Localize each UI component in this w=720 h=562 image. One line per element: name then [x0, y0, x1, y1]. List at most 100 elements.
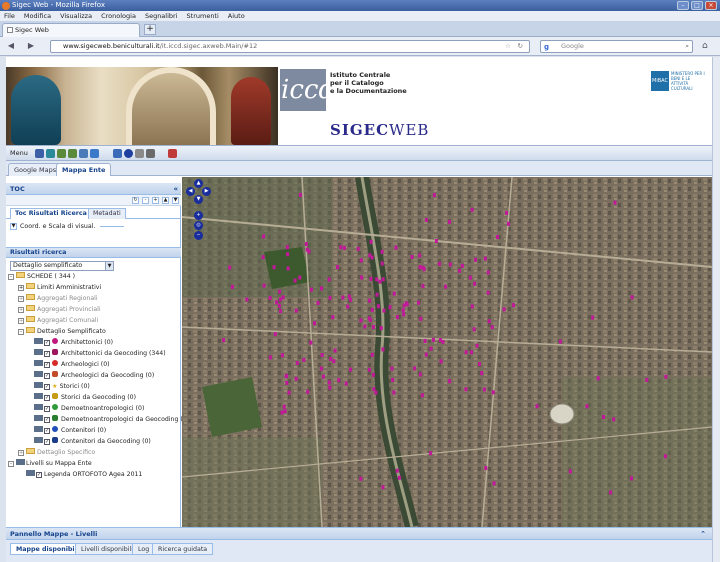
map-marker[interactable] [371, 372, 375, 377]
back-icon[interactable]: ◀ [6, 41, 16, 51]
map-marker[interactable] [444, 284, 448, 289]
layer-checkbox[interactable]: ✓ [44, 384, 50, 390]
map-marker[interactable] [429, 346, 433, 351]
map-marker[interactable] [375, 277, 379, 282]
map-marker[interactable] [316, 301, 320, 305]
map-marker[interactable] [401, 308, 405, 313]
layer-checkbox[interactable]: ✓ [44, 406, 50, 412]
map-marker[interactable] [228, 265, 232, 270]
map-marker[interactable] [262, 234, 266, 239]
map-marker[interactable] [464, 387, 468, 392]
map-marker[interactable] [395, 315, 399, 320]
map-marker[interactable] [490, 325, 494, 330]
bookmark-star-icon[interactable]: ☆ [505, 41, 511, 52]
map-marker[interactable] [512, 303, 515, 308]
map-marker[interactable] [278, 289, 282, 294]
map-marker[interactable] [630, 476, 633, 481]
map-marker[interactable] [262, 283, 266, 288]
layer-item[interactable]: ✓ Archeologici (0) [34, 360, 110, 370]
map-marker[interactable] [417, 300, 420, 305]
close-button[interactable]: × [705, 1, 717, 10]
map-marker[interactable] [298, 192, 302, 197]
layer-checkbox[interactable]: ✓ [44, 417, 50, 423]
map-marker[interactable] [434, 239, 438, 243]
settings-icon[interactable] [46, 149, 55, 158]
map-marker[interactable] [286, 266, 290, 271]
menu-segnalibri[interactable]: Segnalibri [145, 11, 178, 21]
print-icon[interactable] [146, 149, 155, 158]
pan-right-icon[interactable]: ▶ [202, 187, 211, 196]
map-marker[interactable] [368, 298, 372, 303]
forward-icon[interactable]: ▶ [26, 41, 36, 51]
map-marker[interactable] [460, 263, 464, 268]
map-marker[interactable] [309, 340, 313, 345]
map-marker[interactable] [245, 297, 249, 302]
tree-agg-regionali[interactable]: + Aggregati Regionali [18, 294, 98, 304]
map-marker[interactable] [535, 404, 539, 409]
layer-checkbox[interactable]: ✓ [44, 351, 50, 357]
map-marker[interactable] [630, 295, 634, 300]
tree-legenda[interactable]: ✓ Legenda ORTOFOTO Agea 2011 [26, 470, 142, 480]
tree-schede[interactable]: - SCHEDE ( 344 ) [8, 272, 75, 282]
map-marker[interactable] [423, 339, 427, 343]
up-icon[interactable]: ▲ [162, 197, 169, 204]
map-marker[interactable] [370, 352, 374, 357]
map-marker[interactable] [609, 490, 613, 495]
layer-checkbox[interactable]: ✓ [36, 472, 42, 478]
map-marker[interactable] [370, 307, 374, 312]
pan-down-icon[interactable]: ▼ [194, 195, 203, 204]
map-marker[interactable] [306, 389, 310, 394]
layer-checkbox[interactable]: ✓ [44, 340, 50, 346]
map-marker[interactable] [356, 246, 360, 251]
map-marker[interactable] [381, 485, 385, 490]
map-marker[interactable] [363, 324, 367, 329]
map-marker[interactable] [359, 318, 363, 323]
map-marker[interactable] [295, 361, 299, 365]
map-marker[interactable] [280, 353, 284, 358]
map-marker[interactable] [284, 374, 288, 379]
map-marker[interactable] [344, 381, 348, 386]
tree-agg-provinciali[interactable]: + Aggregati Provinciali [18, 305, 101, 315]
layer-checkbox[interactable]: ✓ [44, 373, 50, 379]
layer-item[interactable]: ✓ Architettonici (0) [34, 338, 113, 348]
map-marker[interactable] [472, 327, 476, 332]
map-marker[interactable] [349, 367, 353, 372]
pan-icon[interactable] [90, 149, 99, 158]
map-marker[interactable] [602, 415, 605, 419]
map-marker[interactable] [420, 393, 424, 398]
map-marker[interactable] [268, 355, 272, 360]
map-marker[interactable] [275, 300, 279, 305]
map-marker[interactable] [360, 275, 364, 280]
map-marker[interactable] [448, 379, 452, 384]
tab-mappa-ente[interactable]: Mappa Ente [56, 163, 112, 176]
chevron-down-icon[interactable]: ▼ [10, 223, 17, 230]
map-marker[interactable] [392, 390, 396, 395]
map-marker[interactable] [294, 376, 298, 381]
map-marker[interactable] [388, 305, 392, 310]
map-marker[interactable] [328, 385, 332, 390]
map-marker[interactable] [380, 261, 384, 266]
expand-icon[interactable]: ⌃ [700, 528, 706, 540]
map-marker[interactable] [429, 451, 432, 456]
map-marker[interactable] [375, 292, 379, 297]
map-marker[interactable] [596, 376, 600, 381]
map-marker[interactable] [448, 219, 451, 224]
map-marker[interactable] [374, 390, 378, 395]
map-marker[interactable] [285, 245, 289, 250]
map-marker[interactable] [367, 316, 371, 321]
map-marker[interactable] [379, 326, 383, 331]
map-marker[interactable] [261, 255, 265, 260]
map-marker[interactable] [438, 338, 442, 342]
map-marker[interactable] [421, 284, 425, 289]
map-marker[interactable] [410, 255, 414, 259]
new-tab-button[interactable]: + [144, 24, 156, 35]
map-marker[interactable] [294, 308, 298, 313]
map-marker[interactable] [394, 245, 398, 250]
map-marker[interactable] [422, 267, 426, 272]
map-marker[interactable] [272, 265, 276, 270]
map-marker[interactable] [470, 350, 473, 355]
layer-checkbox[interactable]: ✓ [44, 428, 50, 434]
map-marker[interactable] [448, 262, 452, 267]
map-marker[interactable] [327, 380, 331, 385]
layer-item[interactable]: ✓ Archeologici da Geocoding (0) [34, 371, 154, 381]
